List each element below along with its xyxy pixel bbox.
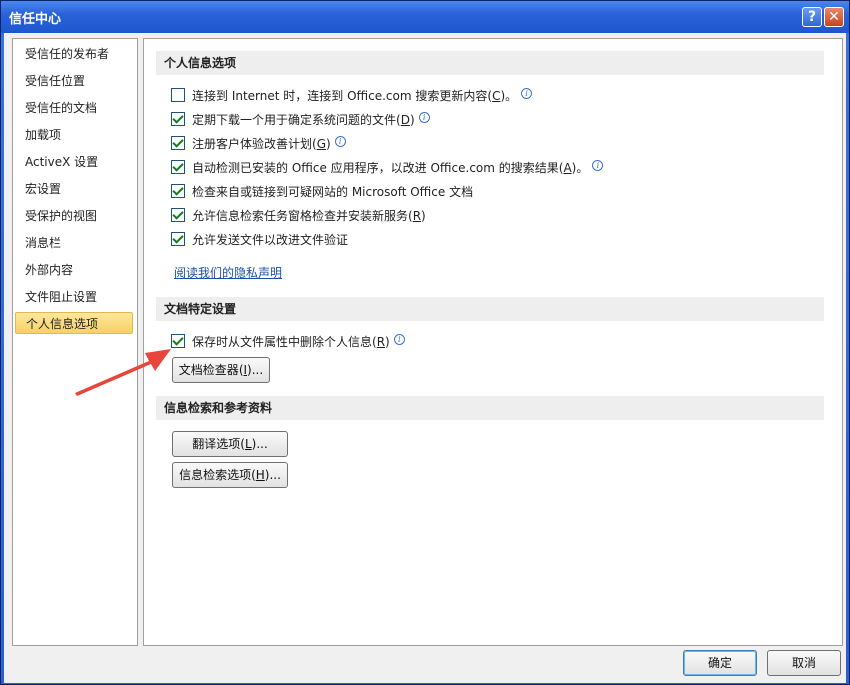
ok-button[interactable]: 确定 [683,650,757,676]
checkbox[interactable] [171,334,185,348]
nav-item-privacy-options[interactable]: 个人信息选项 [15,312,133,334]
info-icon[interactable]: i [521,88,533,99]
checkbox[interactable] [171,232,185,246]
nav-item-protected-view[interactable]: 受保护的视图 [15,205,133,227]
dialog-client-area: 受信任的发布者 受信任位置 受信任的文档 加载项 ActiveX 设置 宏设置 … [4,33,846,683]
checkbox[interactable] [171,160,185,174]
option-check-suspicious-docs[interactable]: 检查来自或链接到可疑网站的 Microsoft Office 文档 [171,183,473,201]
section-header-personal: 个人信息选项 [156,51,824,75]
option-research-pane-services[interactable]: 允许信息检索任务窗格检查并安装新服务(R) [171,207,426,225]
nav-item-file-block[interactable]: 文件阻止设置 [15,286,133,308]
checkbox[interactable] [171,208,185,222]
document-inspector-button[interactable]: 文档检查器(I)... [172,357,270,383]
trust-center-dialog: 信任中心 ? ✕ 受信任的发布者 受信任位置 受信任的文档 加载项 Active… [0,0,850,685]
settings-panel: 个人信息选项 连接到 Internet 时，连接到 Office.com 搜索更… [143,38,843,646]
category-nav: 受信任的发布者 受信任位置 受信任的文档 加载项 ActiveX 设置 宏设置 … [12,38,138,646]
nav-item-external-content[interactable]: 外部内容 [15,259,133,281]
info-icon[interactable]: i [418,112,430,123]
info-icon[interactable]: i [592,160,604,171]
checkbox[interactable] [171,112,185,126]
checkbox[interactable] [171,136,185,150]
translation-options-button[interactable]: 翻译选项(L)... [172,431,288,457]
info-icon[interactable]: i [334,136,346,147]
option-ceip[interactable]: 注册客户体验改善计划(G) i [171,135,346,153]
close-button[interactable]: ✕ [824,7,844,27]
checkbox[interactable] [171,184,185,198]
option-download-diagnostic-file[interactable]: 定期下载一个用于确定系统问题的文件(D) i [171,111,430,129]
nav-item-addins[interactable]: 加载项 [15,124,133,146]
privacy-statement-link[interactable]: 阅读我们的隐私声明 [174,264,282,281]
section-header-document: 文档特定设置 [156,297,824,321]
dialog-title: 信任中心 [9,12,62,27]
option-connect-office-com[interactable]: 连接到 Internet 时，连接到 Office.com 搜索更新内容(C)。… [171,87,533,105]
nav-item-message-bar[interactable]: 消息栏 [15,232,133,254]
nav-item-trusted-publishers[interactable]: 受信任的发布者 [15,43,133,65]
info-icon[interactable]: i [393,334,405,345]
section-header-research: 信息检索和参考资料 [156,396,824,420]
option-send-files-validation[interactable]: 允许发送文件以改进文件验证 [171,231,348,249]
nav-item-trusted-documents[interactable]: 受信任的文档 [15,97,133,119]
nav-item-macro[interactable]: 宏设置 [15,178,133,200]
cancel-button[interactable]: 取消 [767,650,841,676]
research-options-button[interactable]: 信息检索选项(H)... [172,462,288,488]
title-bar[interactable]: 信任中心 ? ✕ [1,1,849,33]
option-remove-personal-info[interactable]: 保存时从文件属性中删除个人信息(R) i [171,333,405,351]
nav-item-trusted-locations[interactable]: 受信任位置 [15,70,133,92]
nav-item-activex[interactable]: ActiveX 设置 [15,151,133,173]
help-button[interactable]: ? [802,7,822,27]
option-detect-office-apps[interactable]: 自动检测已安装的 Office 应用程序，以改进 Office.com 的搜索结… [171,159,604,177]
checkbox[interactable] [171,88,185,102]
